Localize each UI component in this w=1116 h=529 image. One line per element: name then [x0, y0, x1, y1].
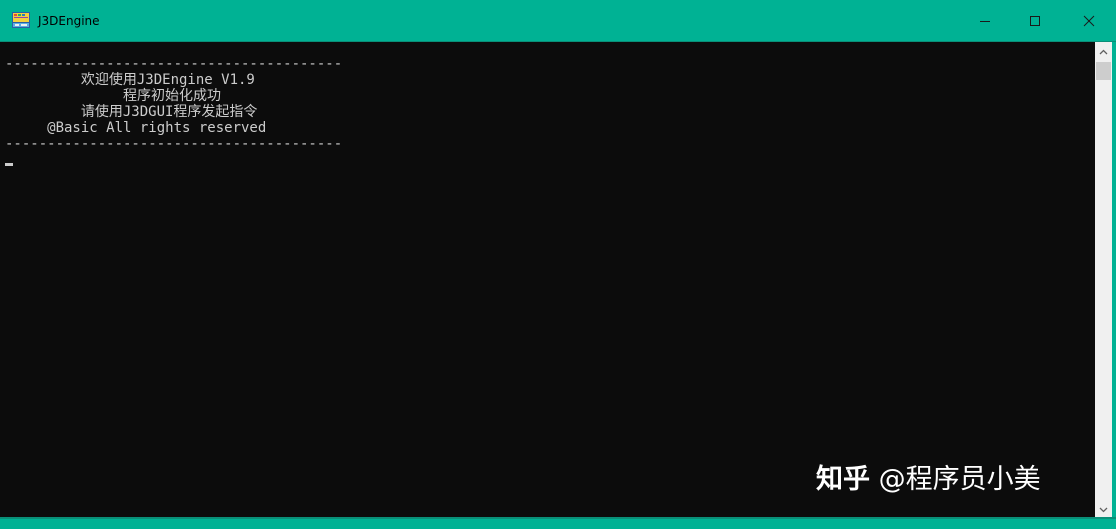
console-line-copyright: @Basic All rights reserved	[5, 120, 267, 136]
minimize-icon	[979, 15, 991, 27]
watermark: 知乎 @程序员小美	[816, 462, 1041, 498]
scroll-up-arrow-icon	[1099, 42, 1108, 60]
close-button[interactable]	[1066, 0, 1112, 42]
console-output[interactable]: ----------------------------------------…	[0, 42, 1095, 515]
scroll-thumb[interactable]	[1096, 62, 1111, 80]
console-window: J3DEngine ------------------------------…	[0, 0, 1116, 529]
window-bottom-border	[0, 517, 1116, 529]
maximize-button[interactable]	[1012, 0, 1058, 42]
console-line-instruction: 请使用J3DGUI程序发起指令	[5, 104, 258, 120]
vertical-scrollbar[interactable]	[1095, 42, 1112, 517]
console-line-separator-bottom: ----------------------------------------	[5, 136, 343, 152]
application-icon[interactable]	[12, 12, 30, 28]
watermark-brand: 知乎	[816, 464, 870, 495]
maximize-icon	[1029, 15, 1041, 27]
window-right-border	[1112, 42, 1116, 517]
console-line-welcome: 欢迎使用J3DEngine V1.9	[5, 72, 255, 88]
close-icon	[1083, 15, 1095, 27]
watermark-author: @程序员小美	[878, 464, 1041, 495]
scroll-up-button[interactable]	[1095, 42, 1112, 59]
minimize-button[interactable]	[962, 0, 1008, 42]
console-line-init-success: 程序初始化成功	[5, 88, 222, 104]
scroll-down-button[interactable]	[1095, 500, 1112, 517]
scroll-down-arrow-icon	[1099, 500, 1108, 518]
window-title: J3DEngine	[38, 14, 100, 28]
text-cursor	[5, 163, 13, 166]
console-line-separator-top: ----------------------------------------	[5, 56, 343, 72]
title-bar[interactable]: J3DEngine	[0, 0, 1116, 42]
window-bottom-border-line	[0, 517, 1116, 519]
